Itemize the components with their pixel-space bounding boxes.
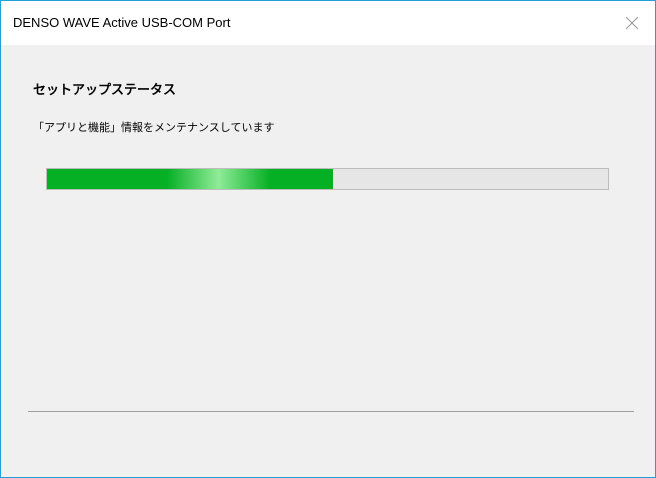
window-title: DENSO WAVE Active USB-COM Port — [13, 15, 231, 30]
installer-window: DENSO WAVE Active USB-COM Port セットアップステー… — [0, 0, 656, 478]
progress-shine — [167, 169, 271, 189]
progress-fill — [47, 169, 334, 189]
close-button[interactable] — [609, 1, 655, 45]
setup-status-panel: セットアップステータス 「アプリと機能」情報をメンテナンスしています — [1, 45, 655, 477]
page-heading: セットアップステータス — [33, 83, 177, 98]
status-message: 「アプリと機能」情報をメンテナンスしています — [33, 121, 275, 134]
close-icon — [625, 16, 639, 30]
title-bar[interactable]: DENSO WAVE Active USB-COM Port — [1, 1, 655, 45]
progress-bar — [46, 168, 609, 190]
separator-line — [28, 411, 634, 412]
